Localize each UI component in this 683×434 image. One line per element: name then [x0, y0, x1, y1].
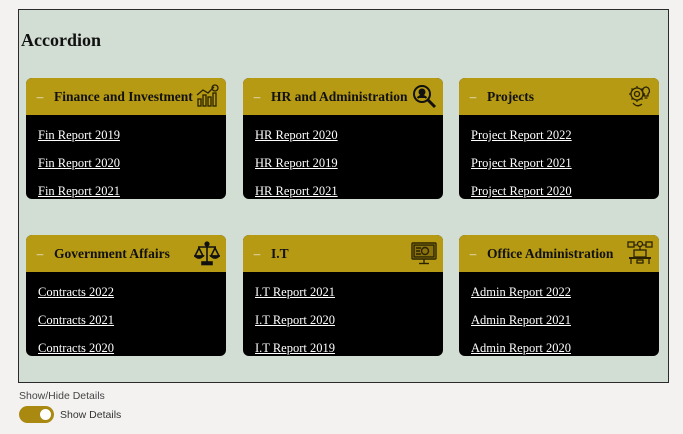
- report-link[interactable]: Fin Report 2021: [38, 178, 226, 199]
- report-link[interactable]: Project Report 2020: [471, 178, 659, 199]
- collapse-icon[interactable]: –: [465, 89, 481, 105]
- accordion-header-government[interactable]: – Government Affairs: [26, 235, 226, 272]
- accordion-header-finance[interactable]: – Finance and Investment: [26, 78, 226, 115]
- report-link[interactable]: HR Report 2020: [255, 122, 443, 150]
- report-link[interactable]: Fin Report 2019: [38, 122, 226, 150]
- accordion-card-office: – Office Administration Admin Report 202…: [459, 235, 659, 356]
- report-link[interactable]: Contracts 2022: [38, 279, 226, 307]
- scales-icon: [194, 240, 220, 266]
- report-link[interactable]: Project Report 2021: [471, 150, 659, 178]
- report-link[interactable]: Contracts 2020: [38, 335, 226, 356]
- page-title: Accordion: [21, 30, 101, 50]
- report-link[interactable]: I.T Report 2021: [255, 279, 443, 307]
- monitor-icon: [411, 240, 437, 266]
- report-link[interactable]: Admin Report 2022: [471, 279, 659, 307]
- report-link[interactable]: Contracts 2021: [38, 307, 226, 335]
- report-link[interactable]: Fin Report 2020: [38, 150, 226, 178]
- report-link[interactable]: HR Report 2019: [255, 150, 443, 178]
- accordion-card-finance: – Finance and Investment Fin Report 2019…: [26, 78, 226, 199]
- show-hide-label: Show/Hide Details: [19, 390, 105, 402]
- card-title: Finance and Investment: [54, 88, 193, 104]
- collapse-icon[interactable]: –: [249, 246, 265, 262]
- card-title: I.T: [271, 245, 289, 261]
- report-link[interactable]: HR Report 2021: [255, 178, 443, 199]
- accordion-header-it[interactable]: – I.T: [243, 235, 443, 272]
- report-link[interactable]: Admin Report 2020: [471, 335, 659, 356]
- collapse-icon[interactable]: –: [32, 89, 48, 105]
- finance-chart-icon: [194, 83, 220, 109]
- card-title: Government Affairs: [54, 245, 170, 261]
- report-link[interactable]: Admin Report 2021: [471, 307, 659, 335]
- card-title: HR and Administration: [271, 88, 408, 104]
- show-details-toggle-row: Show Details: [19, 406, 121, 423]
- report-link[interactable]: I.T Report 2020: [255, 307, 443, 335]
- accordion-header-office[interactable]: – Office Administration: [459, 235, 659, 272]
- card-title: Projects: [487, 88, 534, 104]
- desk-network-icon: [627, 240, 653, 266]
- accordion-card-government: – Government Affairs Contracts 2022 Cont…: [26, 235, 226, 356]
- toggle-knob: [40, 409, 51, 420]
- accordion-card-hr: – HR and Administration HR Report 2020 H…: [243, 78, 443, 199]
- person-search-icon: [411, 83, 437, 109]
- accordion-card-projects: – Projects Project Report 2022 Project R…: [459, 78, 659, 199]
- collapse-icon[interactable]: –: [465, 246, 481, 262]
- report-link[interactable]: Project Report 2022: [471, 122, 659, 150]
- accordion-header-projects[interactable]: – Projects: [459, 78, 659, 115]
- report-link[interactable]: I.T Report 2019: [255, 335, 443, 356]
- accordion-panel: Accordion – Finance and Investment Fin R…: [18, 9, 669, 383]
- collapse-icon[interactable]: –: [249, 89, 265, 105]
- accordion-card-it: – I.T I.T Report 2021 I.T Report 2020 I.…: [243, 235, 443, 356]
- gear-idea-icon: [627, 83, 653, 109]
- toggle-label: Show Details: [60, 408, 122, 421]
- accordion-header-hr[interactable]: – HR and Administration: [243, 78, 443, 115]
- show-details-toggle[interactable]: [19, 406, 54, 423]
- card-title: Office Administration: [487, 245, 614, 261]
- collapse-icon[interactable]: –: [32, 246, 48, 262]
